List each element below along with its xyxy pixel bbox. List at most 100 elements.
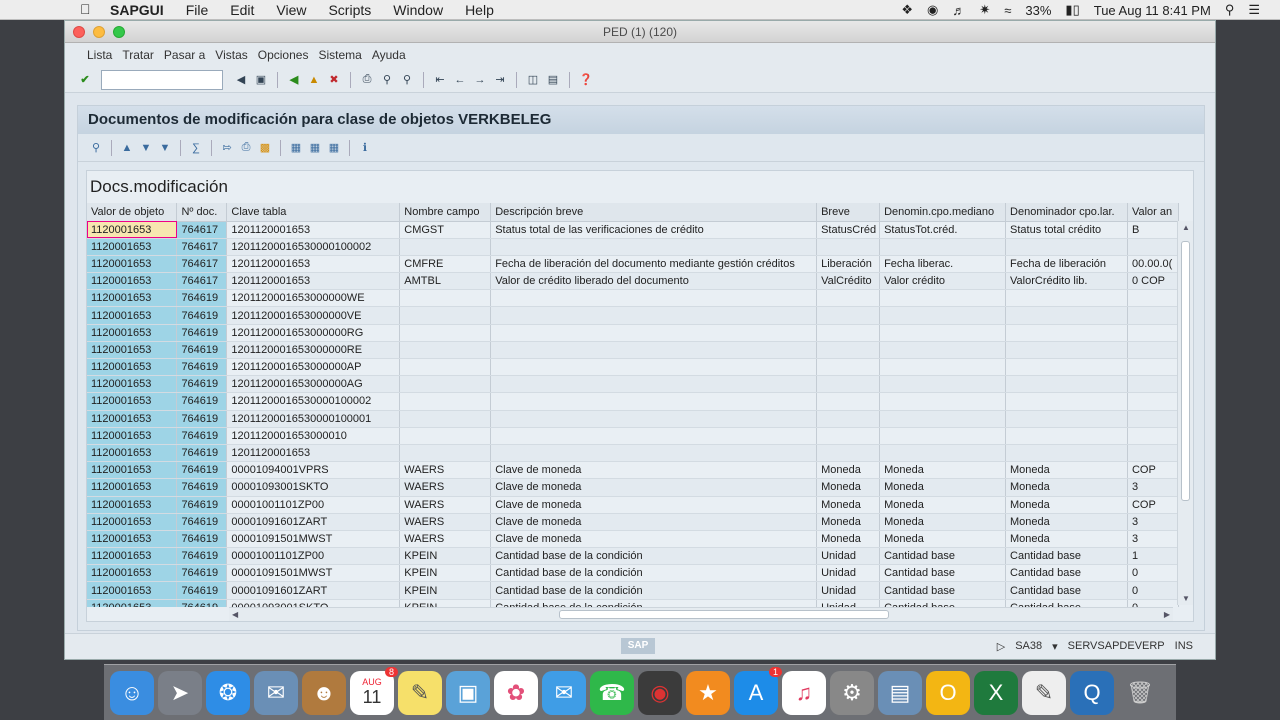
table-cell[interactable]: 764619 xyxy=(176,478,228,497)
table-cell[interactable] xyxy=(879,238,1007,256)
table-cell[interactable]: Moneda xyxy=(1005,478,1128,497)
table-cell[interactable]: Moneda xyxy=(1005,513,1128,531)
table-cell[interactable]: 764617 xyxy=(176,272,228,291)
table-row[interactable]: 1120001653 764619 00001091501MWST WAERS Clav… xyxy=(87,530,1179,549)
table-cell[interactable]: 1 xyxy=(1127,547,1179,566)
ibooks-icon[interactable]: ★ xyxy=(686,670,730,715)
table-cell[interactable]: AMTBL xyxy=(399,272,492,291)
table-row[interactable]: 1120001653 764619 1201120001653000010 xyxy=(87,427,1179,445)
table-cell[interactable]: 1120001653 xyxy=(87,221,178,239)
table-cell[interactable] xyxy=(1005,392,1128,411)
print-preview-icon[interactable]: ⎙ xyxy=(238,140,254,156)
table-cell[interactable] xyxy=(1005,238,1128,256)
mail-icon[interactable]: ✉ xyxy=(254,670,298,715)
table-cell[interactable]: 1120001653 xyxy=(87,444,178,463)
table-cell[interactable]: Moneda xyxy=(879,530,1007,549)
table-cell[interactable]: 1120001653 xyxy=(87,255,178,274)
battery-text[interactable]: 33% xyxy=(1025,3,1051,18)
table-cell[interactable]: COP xyxy=(1127,496,1179,514)
table-cell[interactable] xyxy=(490,324,818,342)
table-cell[interactable]: 0 COP xyxy=(1127,272,1179,291)
table-cell[interactable]: Unidad xyxy=(816,547,881,566)
choose-layout-icon[interactable]: ▦ xyxy=(307,140,323,156)
table-cell[interactable]: 1120001653 xyxy=(87,238,178,256)
table-cell[interactable] xyxy=(1127,392,1179,411)
table-cell[interactable]: 1201120001653000010 xyxy=(226,427,401,445)
wifi-icon[interactable]: ≈ xyxy=(1004,3,1011,18)
table-cell[interactable]: Moneda xyxy=(816,496,881,514)
table-cell[interactable]: KPEIN xyxy=(399,564,492,583)
table-cell[interactable] xyxy=(1005,410,1128,428)
status-mode[interactable]: INS xyxy=(1175,640,1193,653)
table-cell[interactable] xyxy=(816,324,881,342)
table-cell[interactable]: 764619 xyxy=(176,513,228,531)
table-row[interactable]: 1120001653 764619 1201120001653 xyxy=(87,444,1179,463)
table-row[interactable]: 1120001653 764617 1201120001653 AMTBL Valor … xyxy=(87,272,1179,291)
previous-page-icon[interactable]: ← xyxy=(452,72,468,88)
col-nombre-campo[interactable]: Nombre campo xyxy=(399,203,492,222)
table-cell[interactable]: 00001091501MWST xyxy=(226,564,401,583)
table-row[interactable]: 1120001653 764619 12011200016530000100001 xyxy=(87,410,1179,428)
table-cell[interactable]: 764619 xyxy=(176,599,228,607)
table-cell[interactable]: 1201120001653 xyxy=(226,221,401,239)
table-cell[interactable]: Moneda xyxy=(816,478,881,497)
table-cell[interactable] xyxy=(879,392,1007,411)
table-cell[interactable]: Cantidad base xyxy=(879,581,1007,600)
table-cell[interactable] xyxy=(399,238,492,256)
table-cell[interactable]: Clave de moneda xyxy=(490,530,818,549)
table-cell[interactable] xyxy=(1005,427,1128,445)
table-cell[interactable]: Fecha de liberación del documento median… xyxy=(490,255,818,274)
table-row[interactable]: 1120001653 764619 00001091501MWST KPEIN Cant… xyxy=(87,564,1179,583)
table-cell[interactable] xyxy=(399,427,492,445)
table-cell[interactable]: Status total de las verificaciones de cr… xyxy=(490,221,818,239)
table-cell[interactable] xyxy=(879,444,1007,463)
table-cell[interactable]: Status total crédito xyxy=(1005,221,1128,239)
save-layout-icon[interactable]: ▦ xyxy=(326,140,342,156)
notes-icon[interactable]: ✎ xyxy=(398,670,442,715)
table-cell[interactable] xyxy=(1005,306,1128,325)
table-cell[interactable] xyxy=(879,375,1007,394)
table-cell[interactable]: Moneda xyxy=(1005,496,1128,514)
table-cell[interactable] xyxy=(816,427,881,445)
table-cell[interactable]: CMGST xyxy=(399,221,492,239)
table-cell[interactable]: 764619 xyxy=(176,564,228,583)
table-cell[interactable] xyxy=(399,375,492,394)
table-cell[interactable]: 00001091501MWST xyxy=(226,530,401,549)
table-cell[interactable]: 1120001653 xyxy=(87,513,178,531)
table-cell[interactable]: 00001093001SKTO xyxy=(226,478,401,497)
col-num-doc[interactable]: Nº doc. xyxy=(176,203,228,222)
sap-menu-lista[interactable]: Lista xyxy=(87,48,112,62)
table-cell[interactable]: Clave de moneda xyxy=(490,478,818,497)
itunes-icon[interactable]: ♫ xyxy=(782,670,826,715)
table-cell[interactable]: WAERS xyxy=(399,530,492,549)
table-cell[interactable] xyxy=(399,392,492,411)
sort-descending-icon[interactable]: ▼ xyxy=(138,140,154,156)
dropbox-icon[interactable]: ❖ xyxy=(901,2,913,18)
record-icon[interactable]: ◉ xyxy=(927,2,938,18)
sap-menu-vistas[interactable]: Vistas xyxy=(215,48,247,62)
table-cell[interactable]: Valor crédito xyxy=(879,272,1007,291)
table-cell[interactable]: 764617 xyxy=(176,221,228,239)
table-cell[interactable] xyxy=(1005,358,1128,377)
last-page-icon[interactable]: ⇥ xyxy=(492,72,508,88)
table-cell[interactable]: WAERS xyxy=(399,478,492,497)
table-cell[interactable] xyxy=(490,306,818,325)
table-cell[interactable] xyxy=(490,375,818,394)
info-icon[interactable]: ℹ xyxy=(357,140,373,156)
table-cell[interactable]: 764619 xyxy=(176,392,228,411)
table-cell[interactable]: Moneda xyxy=(879,496,1007,514)
filter-icon[interactable]: ▼ xyxy=(157,140,173,156)
table-cell[interactable]: 00001091601ZART xyxy=(226,581,401,600)
table-cell[interactable] xyxy=(490,444,818,463)
table-row[interactable]: 1120001653 764617 1201120001653000010000​2 xyxy=(87,238,1179,256)
table-cell[interactable]: KPEIN xyxy=(399,599,492,607)
excel-icon[interactable]: X xyxy=(974,670,1018,715)
exit-icon[interactable]: ▲ xyxy=(306,72,322,88)
table-row[interactable]: 1120001653 764617 1201120001653 CMGST Status… xyxy=(87,221,1179,239)
menu-file[interactable]: File xyxy=(186,2,209,18)
table-row[interactable]: 1120001653 764619 00001093001SKTO WAERS Clav… xyxy=(87,478,1179,497)
outlook-icon[interactable]: O xyxy=(926,670,970,715)
table-cell[interactable]: 00001001101ZP00 xyxy=(226,496,401,514)
apple-icon[interactable]:  xyxy=(80,1,91,17)
sap-menu-pasar-a[interactable]: Pasar a xyxy=(164,48,205,62)
